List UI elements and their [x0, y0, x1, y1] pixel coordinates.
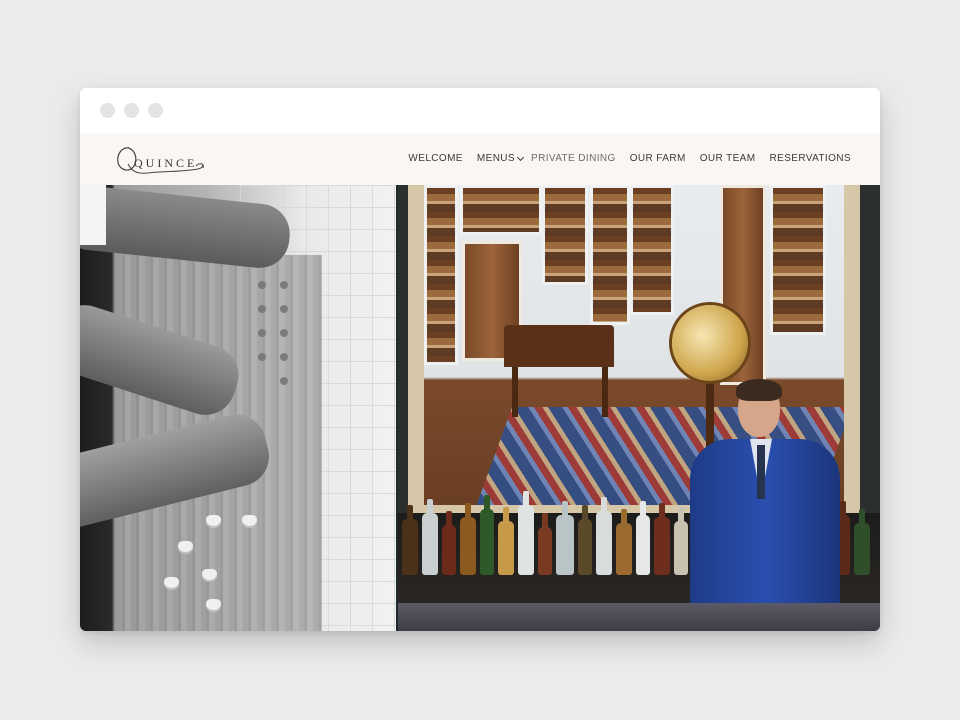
bartender-hair [736, 379, 782, 401]
nav-item-menus[interactable]: MENUS [476, 153, 525, 164]
nav-item-menus-label: MENUS [476, 153, 516, 164]
pasta-piece [178, 541, 193, 554]
filling-dot [280, 329, 288, 337]
window-dot-icon[interactable] [148, 103, 163, 118]
browser-titlebar [80, 88, 880, 133]
pasta-piece [206, 599, 221, 612]
pasta-piece [242, 515, 257, 528]
bookshelf [770, 185, 826, 335]
filling-dot [280, 353, 288, 361]
bookshelf [590, 185, 630, 325]
bottle [854, 509, 870, 575]
nav-item-private-dining[interactable]: PRIVATE DINING [531, 153, 616, 164]
bottle [422, 499, 438, 575]
pasta-piece [202, 569, 217, 582]
bottle [498, 507, 514, 575]
filling-dot [258, 329, 266, 337]
bookshelf [630, 185, 674, 315]
website-viewport: QUINCE WELCOME MENUS PRIVATE DINING OUR … [80, 133, 880, 631]
bottle [402, 505, 418, 575]
site-logo[interactable]: QUINCE [112, 142, 208, 178]
bottle [518, 491, 534, 575]
nav-item-our-team[interactable]: OUR TEAM [700, 153, 756, 164]
logo-wordmark: QUINCE [134, 156, 198, 170]
hero-banner [80, 185, 880, 631]
filling-dot [280, 377, 288, 385]
shirt-cuff [80, 185, 106, 245]
bottle [616, 509, 632, 575]
browser-window: QUINCE WELCOME MENUS PRIVATE DINING OUR … [80, 88, 880, 631]
bottle [636, 501, 650, 575]
window-dot-icon[interactable] [124, 103, 139, 118]
filling-dot [280, 281, 288, 289]
chevron-down-icon [516, 153, 525, 161]
nav-item-welcome[interactable]: WELCOME [408, 153, 462, 164]
filling-dot [258, 305, 266, 313]
bartender [690, 379, 840, 613]
bookshelf [542, 185, 588, 285]
bottle [674, 507, 688, 575]
marble-bar-counter [398, 603, 880, 631]
pasta-piece [206, 515, 221, 528]
hero-image-pasta-making [80, 185, 398, 631]
hero-image-library-bar [398, 185, 880, 631]
bottle [460, 503, 476, 575]
bottle [480, 495, 494, 575]
bottle [578, 505, 592, 575]
filling-dot [258, 281, 266, 289]
nav-item-reservations[interactable]: RESERVATIONS [770, 153, 852, 164]
nav-item-our-farm[interactable]: OUR FARM [630, 153, 686, 164]
bottle [538, 513, 552, 575]
filling-dot [280, 305, 288, 313]
necktie [757, 445, 765, 499]
window-dot-icon[interactable] [100, 103, 115, 118]
bottle [442, 511, 456, 575]
pasta-piece [164, 577, 179, 590]
bookshelf [424, 185, 458, 365]
filling-dot [258, 353, 266, 361]
bottle [596, 497, 612, 575]
main-nav: WELCOME MENUS PRIVATE DINING OUR FARM OU… [408, 153, 851, 164]
antique-globe [672, 305, 748, 381]
bottle [654, 503, 670, 575]
bottle [556, 501, 574, 575]
bookshelf [460, 185, 542, 235]
grand-piano [504, 325, 614, 417]
site-header: QUINCE WELCOME MENUS PRIVATE DINING OUR … [80, 133, 880, 185]
